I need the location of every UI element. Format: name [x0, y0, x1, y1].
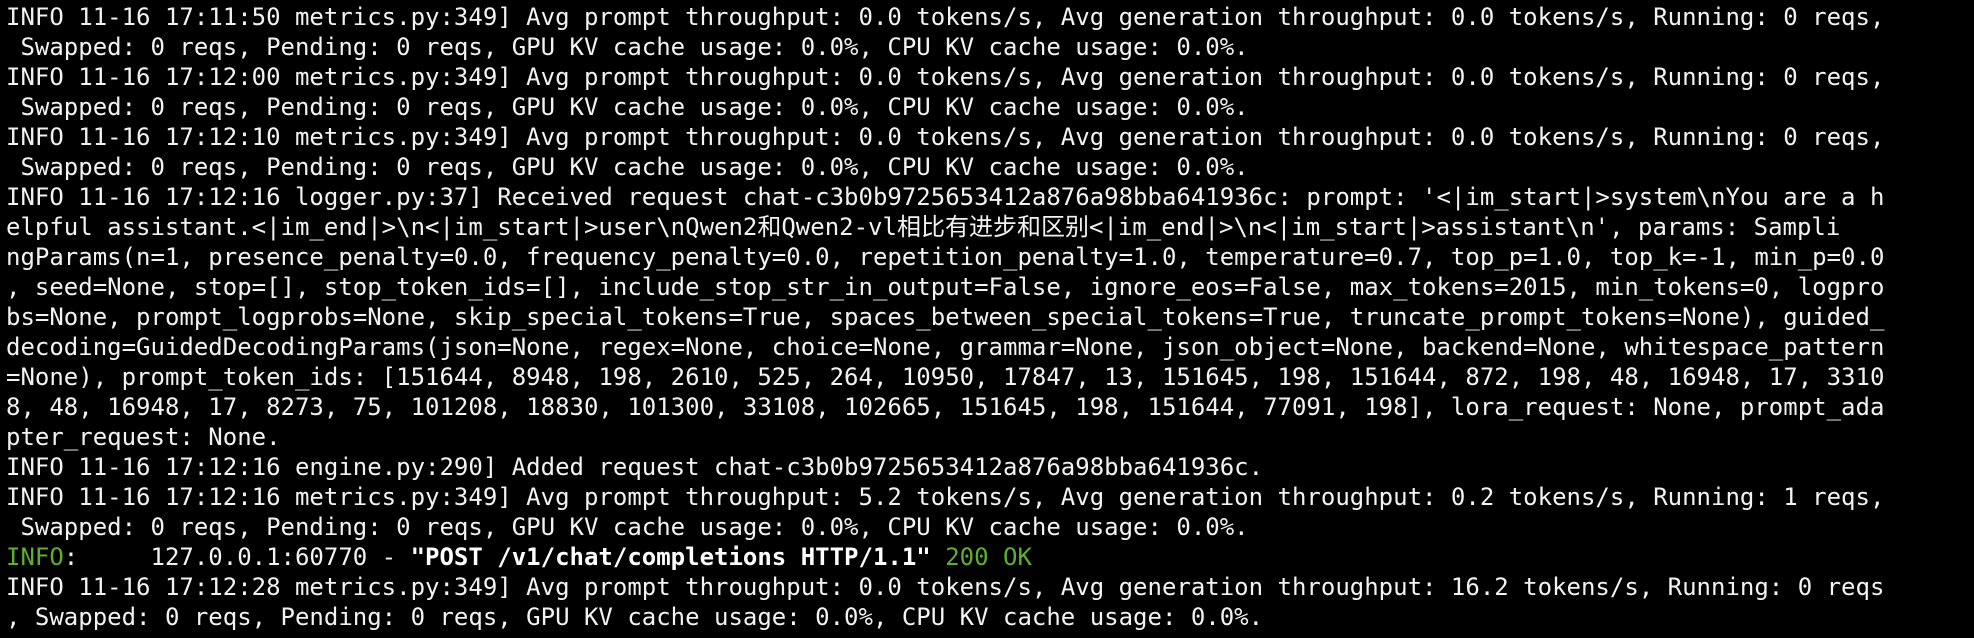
access-log-line: INFO: 127.0.0.1:60770 - "POST /v1/chat/c… [6, 542, 1974, 572]
log-line: INFO 11-16 17:12:16 logger.py:37] Receiv… [6, 183, 1885, 211]
log-line: INFO 11-16 17:12:16 metrics.py:349] Avg … [6, 483, 1885, 511]
log-line: INFO 11-16 17:12:28 metrics.py:349] Avg … [6, 573, 1885, 601]
log-line: INFO 11-16 17:12:16 engine.py:290] Added… [6, 453, 1264, 481]
log-line: Swapped: 0 reqs, Pending: 0 reqs, GPU KV… [6, 153, 1249, 181]
log-line: Swapped: 0 reqs, Pending: 0 reqs, GPU KV… [6, 93, 1249, 121]
log-line: 8, 48, 16948, 17, 8273, 75, 101208, 1883… [6, 393, 1885, 421]
log-line: Swapped: 0 reqs, Pending: 0 reqs, GPU KV… [6, 513, 1249, 541]
log-line: elpful assistant.<|im_end|>\n<|im_start|… [6, 213, 1841, 241]
access-log-status: 200 OK [930, 543, 1032, 571]
terminal-window[interactable]: INFO 11-16 17:11:50 metrics.py:349] Avg … [0, 0, 1974, 638]
log-line: pter_request: None. [6, 423, 281, 451]
log-line: =None), prompt_token_ids: [151644, 8948,… [6, 363, 1885, 391]
log-line: , seed=None, stop=[], stop_token_ids=[],… [6, 273, 1885, 301]
log-line: INFO 11-16 17:12:10 metrics.py:349] Avg … [6, 123, 1885, 151]
log-line: bs=None, prompt_logprobs=None, skip_spec… [6, 303, 1885, 331]
log-line: INFO 11-16 17:12:00 metrics.py:349] Avg … [6, 63, 1885, 91]
log-line: , Swapped: 0 reqs, Pending: 0 reqs, GPU … [6, 603, 1264, 631]
access-log-client: : 127.0.0.1:60770 - [63, 543, 411, 571]
log-line: Swapped: 0 reqs, Pending: 0 reqs, GPU KV… [6, 33, 1249, 61]
log-line: INFO 11-16 17:11:50 metrics.py:349] Avg … [6, 3, 1885, 31]
access-log-request: "POST /v1/chat/completions HTTP/1.1" [410, 543, 931, 571]
info-level-label: INFO [6, 543, 64, 571]
log-line: ngParams(n=1, presence_penalty=0.0, freq… [6, 243, 1885, 271]
log-line: decoding=GuidedDecodingParams(json=None,… [6, 333, 1885, 361]
